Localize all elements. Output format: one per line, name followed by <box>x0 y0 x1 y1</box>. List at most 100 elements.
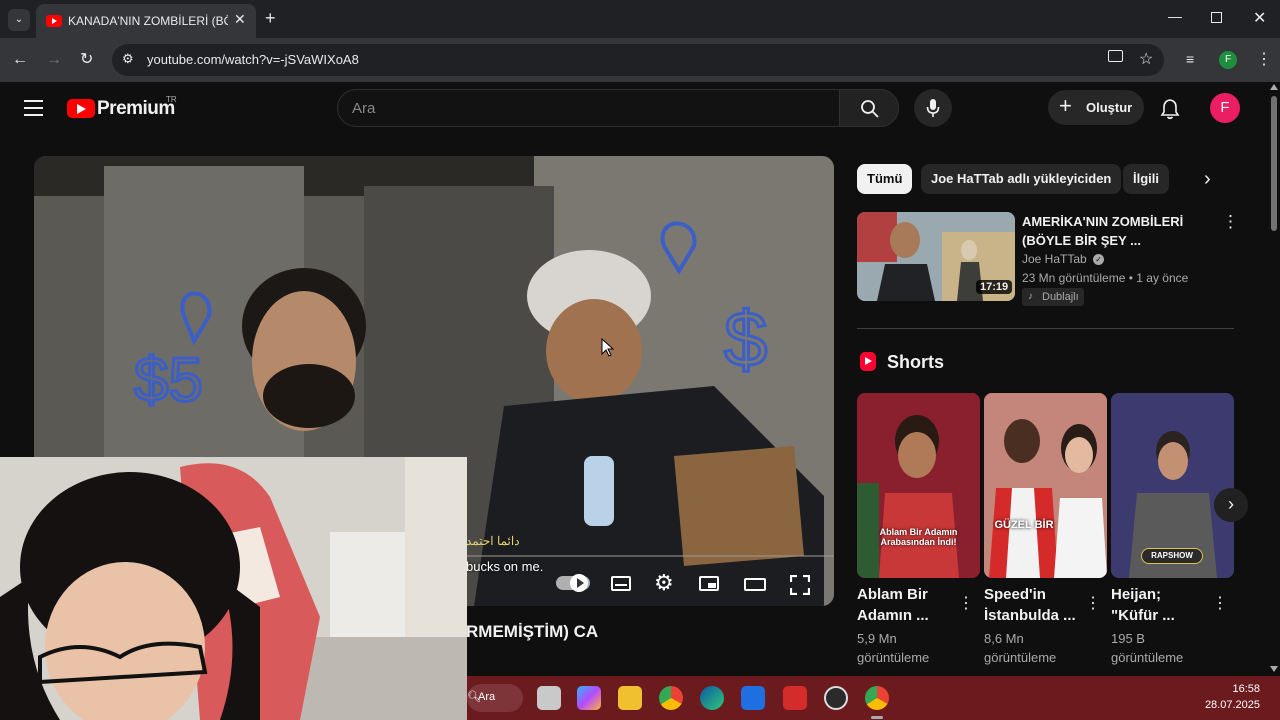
rec-more-icon[interactable]: ⋮ <box>1222 212 1239 232</box>
rec-video-title[interactable]: AMERİKA'NIN ZOMBİLERİ (BÖYLE BİR ŞEY ... <box>1022 212 1183 250</box>
short-more-icon[interactable]: ⋮ <box>1085 593 1101 613</box>
verified-check-icon: ✓ <box>1093 254 1105 266</box>
search-input[interactable]: Ara <box>337 89 840 127</box>
scroll-down-icon[interactable] <box>1270 666 1278 672</box>
browser-tab[interactable]: KANADA'NIN ZOMBİLERİ (BÖYLE ✕ <box>36 4 256 38</box>
tab-title: KANADA'NIN ZOMBİLERİ (BÖYLE <box>68 14 228 28</box>
short-title[interactable]: Ablam Bir Adamın ... <box>857 584 929 626</box>
new-tab-icon[interactable]: + <box>265 8 276 29</box>
forward-icon[interactable]: → <box>46 50 62 70</box>
short-views-label: görüntüleme <box>984 650 1057 665</box>
short-views-count: 5,9 Mn <box>857 631 897 646</box>
short-thumbnail[interactable]: Ablam Bir Adamın Arabasından İndi! <box>857 393 980 578</box>
address-bar[interactable]: ⚙ youtube.com/watch?v=-jSVaWIXoA8 ☆ <box>112 44 1164 76</box>
fullscreen-icon[interactable] <box>790 575 810 595</box>
create-label: Oluştur <box>1086 100 1133 115</box>
short-more-icon[interactable]: ⋮ <box>1212 593 1228 613</box>
settings-gear-icon[interactable]: ⚙ <box>654 570 674 596</box>
install-app-icon[interactable] <box>1108 50 1123 62</box>
browser-toolbar: ← → ↻ ⚙ youtube.com/watch?v=-jSVaWIXoA8 … <box>0 38 1280 82</box>
taskbar-search-label: Ara <box>478 691 496 703</box>
rec-video-thumbnail[interactable]: 17:19 <box>857 212 1015 301</box>
reload-icon[interactable]: ↻ <box>80 50 93 70</box>
chrome-menu-icon[interactable]: ⋮ <box>1256 49 1272 69</box>
taskbar-time[interactable]: 16:58 <box>1212 683 1260 695</box>
back-icon[interactable]: ← <box>12 50 28 70</box>
video-title: RMEMİŞTİM) CA <box>466 622 599 641</box>
page-scrollbar[interactable] <box>1268 82 1280 676</box>
subtitle-english: bucks on me. <box>466 559 544 574</box>
voice-search-button[interactable] <box>914 89 952 127</box>
chrome-profile-icon[interactable] <box>865 686 889 710</box>
short-thumbnail[interactable]: RAPSHOW <box>1111 393 1234 578</box>
profile-avatar[interactable]: F <box>1219 51 1237 69</box>
short-views: 195 B görüntüleme <box>1111 629 1183 667</box>
notifications-bell-icon[interactable] <box>1160 98 1180 120</box>
country-code: TR <box>166 95 177 104</box>
captions-icon[interactable] <box>611 576 631 591</box>
youtube-favicon-icon <box>46 15 62 27</box>
obs-icon[interactable] <box>824 686 848 710</box>
site-info-icon[interactable]: ⚙ <box>122 51 134 67</box>
rec-title-line1: AMERİKA'NIN ZOMBİLERİ <box>1022 214 1184 229</box>
short-views-label: görüntüleme <box>857 650 930 665</box>
close-tab-icon[interactable]: ✕ <box>234 11 246 28</box>
chip-all[interactable]: Tümü <box>857 164 913 194</box>
chrome-icon[interactable] <box>659 686 683 710</box>
microphone-icon <box>926 99 940 117</box>
short-title[interactable]: Heijan; "Küfür ... <box>1111 584 1175 626</box>
dubbed-badge: ♪ Dublajlı <box>1022 288 1084 306</box>
theater-mode-icon[interactable] <box>744 578 766 591</box>
task-view-icon[interactable] <box>537 686 561 710</box>
tab-search-button[interactable]: ⌄ <box>8 9 30 31</box>
chips-next-icon[interactable]: › <box>1204 168 1211 191</box>
rec-channel-text: Joe HaTTab <box>1022 252 1087 266</box>
bookmark-star-icon[interactable]: ☆ <box>1139 49 1153 69</box>
chip-related[interactable]: İlgili <box>1123 164 1169 194</box>
svg-text:$: $ <box>724 295 767 383</box>
hamburger-menu-icon[interactable] <box>24 100 43 116</box>
taskbar-date[interactable]: 28.07.2025 <box>1192 699 1260 711</box>
copilot-icon[interactable] <box>577 686 601 710</box>
short-views-count: 195 B <box>1111 631 1145 646</box>
miniplayer-icon[interactable] <box>699 576 719 591</box>
minimize-icon[interactable]: — <box>1168 8 1182 24</box>
scroll-up-icon[interactable] <box>1270 84 1278 90</box>
autoplay-toggle[interactable] <box>556 574 590 592</box>
edge-icon[interactable] <box>700 686 724 710</box>
taskbar-search[interactable]: 🔍︎ Ara <box>467 684 523 712</box>
short-title[interactable]: Speed'in İstanbulda ... <box>984 584 1076 626</box>
plus-icon: + <box>1059 93 1072 118</box>
short-title-line2: "Küfür ... <box>1111 607 1175 624</box>
store-icon[interactable] <box>741 686 765 710</box>
file-explorer-icon[interactable] <box>618 686 642 710</box>
account-avatar[interactable]: F <box>1210 93 1240 123</box>
short-views-label: görüntüleme <box>1111 650 1184 665</box>
create-button[interactable]: + Oluştur <box>1048 90 1144 125</box>
close-window-icon[interactable]: ✕ <box>1253 8 1266 28</box>
rec-channel-name[interactable]: Joe HaTTab ✓ <box>1022 252 1105 266</box>
duration-badge: 17:19 <box>976 280 1013 294</box>
short-title-line2: Adamın ... <box>857 607 929 624</box>
audio-track-icon: ♪ <box>1028 291 1033 302</box>
short-title-line1: Speed'in <box>984 586 1046 603</box>
shorts-next-button[interactable]: › <box>1214 488 1248 522</box>
wps-icon[interactable] <box>783 686 807 710</box>
webcam-overlay <box>0 457 467 720</box>
divider <box>857 328 1234 329</box>
url-text: youtube.com/watch?v=-jSVaWIXoA8 <box>147 52 359 67</box>
dubbed-badge-label: Dublajlı <box>1042 291 1079 303</box>
premium-logo-text[interactable]: Premium <box>97 98 175 120</box>
short-thumbnail[interactable]: GÜZEL BİR <box>984 393 1107 578</box>
shorts-heading: Shorts <box>887 352 945 372</box>
shorts-logo-icon <box>860 352 876 371</box>
media-controls-icon[interactable]: ≡ <box>1186 51 1194 67</box>
webcam-feed <box>0 457 467 720</box>
youtube-logo-icon[interactable] <box>67 99 95 118</box>
chip-from-uploader[interactable]: Joe HaTTab adlı yükleyiciden <box>921 164 1122 194</box>
scrollbar-thumb[interactable] <box>1271 96 1277 231</box>
rec-meta: 23 Mn görüntüleme • 1 ay önce <box>1022 271 1189 285</box>
short-more-icon[interactable]: ⋮ <box>958 593 974 613</box>
search-button[interactable] <box>839 89 899 127</box>
maximize-icon[interactable] <box>1211 12 1222 23</box>
